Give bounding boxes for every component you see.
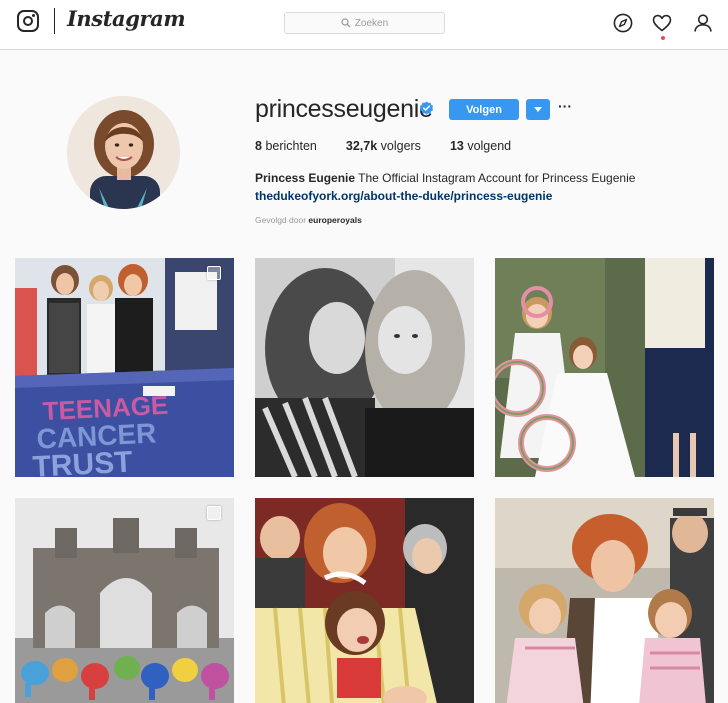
more-options-icon[interactable]: ···	[558, 99, 572, 119]
profile-avatar	[67, 96, 180, 209]
profile-username: princesseugenie	[255, 95, 433, 123]
profile-bio: Princess Eugenie The Official Instagram …	[255, 171, 635, 185]
followed-by-user-link[interactable]: europeroyals	[308, 215, 361, 225]
profile-bio-text: The Official Instagram Account for Princ…	[358, 171, 636, 185]
verified-badge-icon	[419, 101, 434, 115]
post-image: TEENAGE CANCER TRUST	[15, 258, 234, 477]
instagram-wordmark[interactable]: Instagram	[67, 6, 186, 31]
search-placeholder: Zoeken	[354, 17, 389, 29]
post-image	[255, 498, 474, 703]
followers-label: volgers	[380, 139, 421, 153]
notification-dot	[661, 36, 665, 40]
following-label: volgend	[467, 139, 512, 153]
post-image	[15, 498, 234, 703]
followed-by-label: Gevolgd door	[255, 215, 307, 225]
post-image	[255, 258, 474, 477]
posts-label: berichten	[265, 139, 317, 153]
profile-website-link[interactable]: thedukeofyork.org/about-the-duke/princes…	[255, 189, 552, 203]
multiple-photos-icon	[207, 506, 221, 520]
profile-stats: 8 berichten 32,7k volgers 13 volgend	[255, 139, 540, 153]
following-stat[interactable]: 13 volgend	[450, 139, 511, 153]
instagram-logo-icon[interactable]	[17, 10, 39, 32]
svg-text:TRUST: TRUST	[32, 446, 134, 477]
following-count: 13	[449, 139, 464, 153]
profile-person-icon[interactable]	[692, 12, 714, 34]
post-thumbnail[interactable]	[495, 498, 714, 703]
explore-compass-icon[interactable]	[612, 12, 634, 34]
post-thumbnail[interactable]: TEENAGE CANCER TRUST	[15, 258, 234, 477]
multiple-photos-icon	[207, 266, 221, 280]
nav-divider	[54, 8, 55, 34]
post-thumbnail[interactable]	[495, 258, 714, 477]
profile-full-name: Princess Eugenie	[255, 171, 356, 185]
followed-by: Gevolgd door europeroyals	[255, 215, 362, 225]
post-thumbnail[interactable]	[15, 498, 234, 703]
post-thumbnail[interactable]	[255, 498, 474, 703]
post-thumbnail[interactable]	[255, 258, 474, 477]
followers-stat[interactable]: 32,7k volgers	[346, 139, 421, 153]
suggestions-dropdown-button[interactable]	[526, 99, 550, 120]
search-input[interactable]: Zoeken	[284, 12, 445, 34]
activity-heart-icon[interactable]	[651, 12, 673, 34]
search-icon	[341, 18, 351, 28]
top-nav: Instagram Zoeken	[0, 0, 728, 50]
posts-stat: 8 berichten	[255, 139, 317, 153]
follow-button[interactable]: Volgen	[449, 99, 519, 120]
post-image	[495, 498, 714, 703]
posts-count: 8	[255, 139, 262, 153]
followers-count: 32,7k	[345, 139, 378, 153]
post-image	[495, 258, 714, 477]
